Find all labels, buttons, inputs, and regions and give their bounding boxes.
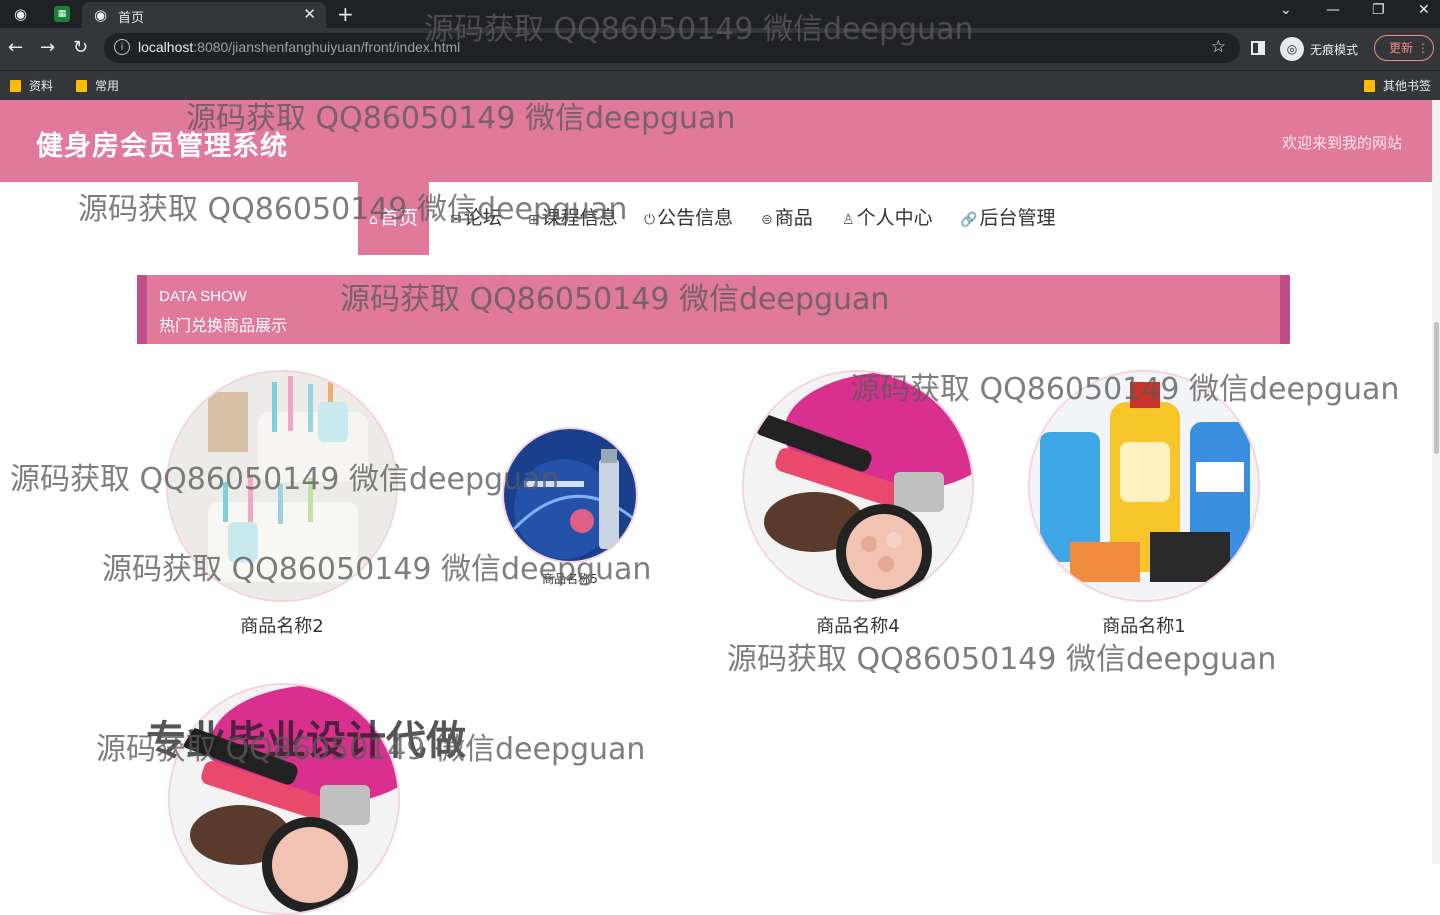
side-panel-icon[interactable] xyxy=(1251,41,1265,55)
product-card[interactable]: 商品名称4 xyxy=(742,370,974,640)
globe-icon: ◉ xyxy=(94,6,108,24)
sheets-tab-icon[interactable]: ▦ xyxy=(54,6,70,22)
section-banner: DATA SHOW 热门兑换商品展示 xyxy=(137,275,1290,344)
minimize-icon[interactable]: — xyxy=(1326,2,1340,18)
restore-icon[interactable]: ❐ xyxy=(1372,2,1385,18)
info-icon[interactable]: i xyxy=(114,39,130,55)
url-text[interactable]: localhost:8080/jianshenfanghuiyuan/front… xyxy=(138,39,460,55)
site-header: 健身房会员管理系统 欢迎来到我的网站 xyxy=(0,100,1432,182)
other-bookmarks[interactable]: 其他书签 xyxy=(1364,77,1431,94)
nav-item-courses[interactable]: ⊞ 课程信息 xyxy=(528,182,618,255)
nav-item-home[interactable]: ⌂ 首页 xyxy=(358,182,429,255)
bookmark-folder-changyong[interactable]: 常用 xyxy=(76,77,119,94)
product-image-toothbrush-holder[interactable] xyxy=(166,370,398,602)
product-name: 商品名称4 xyxy=(816,616,900,637)
power-icon: ⏻ xyxy=(644,212,656,228)
product-card[interactable]: 商品名称2 xyxy=(166,370,398,640)
forward-icon[interactable]: → xyxy=(40,37,55,58)
new-tab-icon[interactable]: + xyxy=(337,2,354,26)
address-bar[interactable]: i localhost:8080/jianshenfanghuiyuan/fro… xyxy=(104,33,1240,63)
bookmark-folder-ziliao[interactable]: 资料 xyxy=(10,77,53,94)
watermark: 源码获取 QQ86050149 微信deepguan xyxy=(727,642,1277,677)
mail-icon: ✉ xyxy=(450,212,462,228)
overlay-caption: 专业毕业设计代做 xyxy=(146,718,466,764)
update-button[interactable]: 更新 ⋮ xyxy=(1374,35,1434,61)
product-image-cosmetics[interactable] xyxy=(742,370,974,602)
browser-tab-active[interactable]: ◉ 首页 ✕ xyxy=(82,2,326,28)
site-title: 健身房会员管理系统 xyxy=(36,131,288,162)
window-close-icon[interactable]: ✕ xyxy=(1418,2,1430,18)
bookmarks-bar: 资料 常用 其他书签 xyxy=(0,70,1440,100)
product-name: 商品名称2 xyxy=(240,616,324,637)
grid-icon: ⊞ xyxy=(528,212,540,228)
tab-title: 首页 xyxy=(118,11,145,26)
browser-toolbar: ← → ↻ i localhost:8080/jianshenfanghuiyu… xyxy=(0,28,1440,70)
folder-icon xyxy=(10,80,21,92)
nav-item-products[interactable]: ⊜ 商品 xyxy=(761,182,813,255)
bookmark-star-icon[interactable]: ☆ xyxy=(1211,37,1226,57)
tab-search-icon[interactable]: ⌄ xyxy=(1280,2,1292,18)
incognito-icon[interactable]: ◎ xyxy=(1280,37,1304,61)
product-card[interactable]: 商品名称1 xyxy=(1028,370,1260,640)
section-title-en: DATA SHOW xyxy=(159,288,247,305)
reload-icon[interactable]: ↻ xyxy=(73,37,88,58)
nav-item-admin[interactable]: 🔗 后台管理 xyxy=(960,182,1055,255)
nav-item-announcements[interactable]: ⏻ 公告信息 xyxy=(644,182,733,255)
welcome-text: 欢迎来到我的网站 xyxy=(1281,134,1402,152)
scrollbar-thumb[interactable] xyxy=(1434,322,1439,454)
globe-icon[interactable]: ◉ xyxy=(14,5,32,23)
print-icon: ⊜ xyxy=(761,212,773,228)
user-icon: ♙ xyxy=(842,212,855,228)
nav-item-profile[interactable]: ♙ 个人中心 xyxy=(842,182,933,255)
product-card[interactable]: 商品名称5 xyxy=(502,427,638,587)
scrollbar[interactable] xyxy=(1432,100,1440,864)
product-name: 商品名称1 xyxy=(1102,616,1186,637)
product-name: 商品名称5 xyxy=(542,572,598,586)
close-tab-icon[interactable]: ✕ xyxy=(303,5,316,23)
product-image-detergent-bottles[interactable] xyxy=(1028,370,1260,602)
product-image-skincare-bottle[interactable] xyxy=(502,427,638,563)
folder-icon xyxy=(1364,80,1375,92)
browser-tab-strip: ◉ ▦ ◉ 首页 ✕ + ⌄ — ❐ ✕ xyxy=(0,0,1440,28)
folder-icon xyxy=(76,80,87,92)
incognito-label: 无痕模式 xyxy=(1310,43,1359,57)
back-icon[interactable]: ← xyxy=(8,37,23,58)
section-title-cn: 热门兑换商品展示 xyxy=(159,316,288,335)
nav-item-forum[interactable]: ✉ 论坛 xyxy=(450,182,502,255)
home-icon: ⌂ xyxy=(369,212,378,228)
link-icon: 🔗 xyxy=(960,212,978,228)
